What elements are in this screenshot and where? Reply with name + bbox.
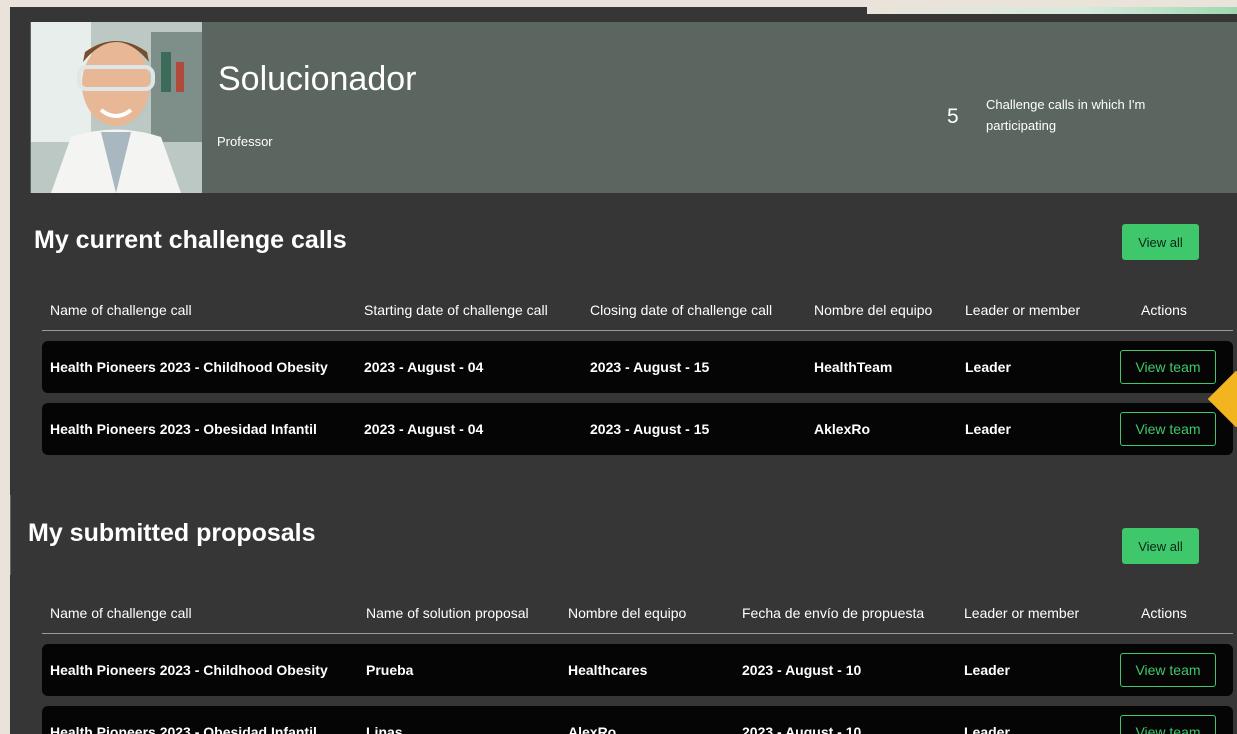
proposals-table-header: Name of challenge call Name of solution … <box>42 593 1233 634</box>
call-name: Health Pioneers 2023 - Obesidad Infantil <box>50 724 317 734</box>
view-team-button[interactable]: View team <box>1120 350 1216 384</box>
table-row: Health Pioneers 2023 - Childhood Obesity… <box>42 341 1233 393</box>
current-calls-view-all-button[interactable]: View all <box>1122 224 1199 260</box>
member-role: Leader <box>964 724 1010 734</box>
column-header: Starting date of challenge call <box>364 302 548 318</box>
close-date: 2023 - August - 15 <box>590 421 710 437</box>
call-name: Health Pioneers 2023 - Childhood Obesity <box>50 359 328 375</box>
column-header: Leader or member <box>965 302 1081 318</box>
member-role: Leader <box>965 421 1011 437</box>
column-header: Fecha de envío de propuesta <box>742 605 925 621</box>
participation-label: Challenge calls in which I'm participati… <box>986 97 1146 133</box>
proposal-name: Prueba <box>366 662 414 678</box>
table-row: Health Pioneers 2023 - Childhood Obesity… <box>42 644 1233 696</box>
team-name: Healthcares <box>568 662 648 678</box>
start-date: 2023 - August - 04 <box>364 421 484 437</box>
dashboard-panel: Solucionador Professor 5 Challenge calls… <box>10 7 1237 734</box>
current-calls-title: My current challenge calls <box>34 226 347 254</box>
profile-role: Professor <box>217 134 273 149</box>
team-name: HealthTeam <box>814 359 893 375</box>
profile-name: Solucionador <box>218 60 417 98</box>
column-header: Name of solution proposal <box>366 605 529 621</box>
participation-count: 5 <box>947 105 959 128</box>
start-date: 2023 - August - 04 <box>364 359 484 375</box>
team-name: AklexRo <box>814 421 871 437</box>
call-name: Health Pioneers 2023 - Childhood Obesity <box>50 662 328 678</box>
view-team-button[interactable]: View team <box>1120 412 1216 446</box>
column-header: Actions <box>1141 605 1187 621</box>
team-name: AlexRo <box>568 724 617 734</box>
column-header: Name of challenge call <box>50 302 192 318</box>
column-header: Closing date of challenge call <box>590 302 773 318</box>
view-team-button[interactable]: View team <box>1120 653 1216 687</box>
table-row: Health Pioneers 2023 - Obesidad Infantil… <box>42 403 1233 455</box>
profile-card: Solucionador Professor 5 Challenge calls… <box>30 22 1237 193</box>
call-name: Health Pioneers 2023 - Obesidad Infantil <box>50 421 317 437</box>
member-role: Leader <box>964 662 1010 678</box>
column-header: Leader or member <box>964 605 1080 621</box>
divider <box>10 495 11 575</box>
column-header: Actions <box>1141 302 1187 318</box>
submission-date: 2023 - August - 10 <box>742 724 862 734</box>
column-header: Name of challenge call <box>50 605 192 621</box>
proposals-title: My submitted proposals <box>28 519 316 547</box>
proposals-view-all-button[interactable]: View all <box>1122 528 1199 564</box>
current-calls-table-header: Name of challenge call Starting date of … <box>42 290 1233 331</box>
proposal-name: Linas <box>366 724 403 734</box>
submission-date: 2023 - August - 10 <box>742 662 862 678</box>
column-header: Nombre del equipo <box>814 302 933 318</box>
top-accent-band <box>867 7 1237 14</box>
member-role: Leader <box>965 359 1011 375</box>
view-team-button[interactable]: View team <box>1120 715 1216 734</box>
avatar <box>31 22 202 193</box>
close-date: 2023 - August - 15 <box>590 359 710 375</box>
table-row: Health Pioneers 2023 - Obesidad Infantil… <box>42 706 1233 734</box>
column-header: Nombre del equipo <box>568 605 687 621</box>
